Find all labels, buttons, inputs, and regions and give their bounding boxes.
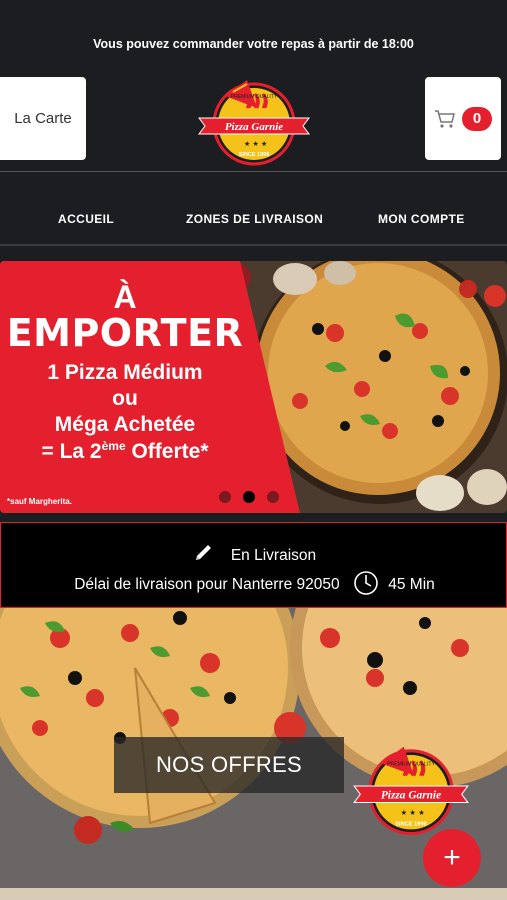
delivery-delay-text: Délai de livraison pour Nanterre 92050	[74, 576, 340, 593]
cart-count-badge: 0	[462, 106, 492, 131]
carousel-dot[interactable]	[267, 491, 279, 503]
logo-tagline: PREMIUM QUALITY	[231, 94, 278, 100]
promo-line-4: ou	[112, 387, 138, 410]
carousel-dot[interactable]	[219, 491, 231, 503]
top-bar: Vous pouvez commander votre repas à part…	[0, 0, 507, 172]
logo-since: SINCE 1998	[239, 152, 270, 158]
delivery-info-panel[interactable]: En Livraison Délai de livraison pour Nan…	[0, 522, 507, 608]
offers-logo: PREMIUM QUALITY Pizza Garnie ★ ★ ★ SINCE…	[353, 746, 469, 836]
cart-button[interactable]: 0	[425, 77, 501, 160]
svg-text:★ ★ ★: ★ ★ ★	[244, 140, 267, 148]
menu-button[interactable]: La Carte	[0, 77, 86, 160]
promo-line-5: Méga Achetée	[54, 413, 196, 436]
nav-item-mon-compte[interactable]: MON COMPTE	[378, 212, 465, 226]
cart-icon	[435, 109, 455, 128]
bottom-strip	[0, 888, 507, 900]
offers-logo-tagline: PREMIUM QUALITY	[387, 761, 435, 767]
nav-divider	[0, 244, 507, 246]
logo-name: Pizza Garnie	[225, 121, 283, 133]
add-button[interactable]: +	[423, 829, 481, 887]
nav-item-zones-de-livraison[interactable]: ZONES DE LIVRAISON	[186, 212, 323, 226]
carousel-dot-active[interactable]	[243, 491, 255, 503]
order-time-notice: Vous pouvez commander votre repas à part…	[93, 37, 414, 51]
delivery-delay-row: Délai de livraison pour Nanterre 92050 4…	[1, 569, 507, 597]
promo-banner[interactable]: À EMPORTER 1 Pizza Médium ou Méga Acheté…	[0, 261, 507, 513]
promo-line-2: EMPORTER	[6, 311, 244, 355]
delivery-mode-row: En Livraison	[1, 543, 507, 565]
delivery-mode-label: En Livraison	[230, 547, 317, 564]
offers-logo-since: SINCE 1998	[395, 821, 427, 827]
svg-text:★ ★ ★: ★ ★ ★	[401, 808, 425, 817]
promo-line-6-prefix: = La 2	[41, 440, 102, 463]
pencil-icon[interactable]	[193, 543, 215, 563]
carousel-dots	[219, 491, 279, 503]
main-nav: ACCUEIL ZONES DE LIVRAISON MON COMPTE	[0, 172, 507, 244]
delivery-delay-value: 45 Min	[388, 576, 435, 593]
promo-line-3: 1 Pizza Médium	[47, 361, 203, 384]
promo-footnote: *sauf Margherita.	[7, 497, 72, 506]
plus-icon: +	[443, 841, 461, 874]
promo-line-6-suffix: Offerte*	[125, 440, 209, 463]
promo-line-6: = La 2ème Offerte*	[0, 439, 250, 464]
clock-icon	[354, 571, 378, 595]
offers-label[interactable]: NOS OFFRES	[114, 737, 344, 793]
nav-item-accueil[interactable]: ACCUEIL	[58, 212, 114, 226]
offers-logo-name: Pizza Garnie	[381, 789, 441, 801]
pizza-garnie-logo[interactable]: PREMIUM QUALITY Pizza Garnie ★ ★ ★ SINCE…	[195, 68, 313, 168]
promo-line-6-sup: ème	[101, 439, 126, 453]
